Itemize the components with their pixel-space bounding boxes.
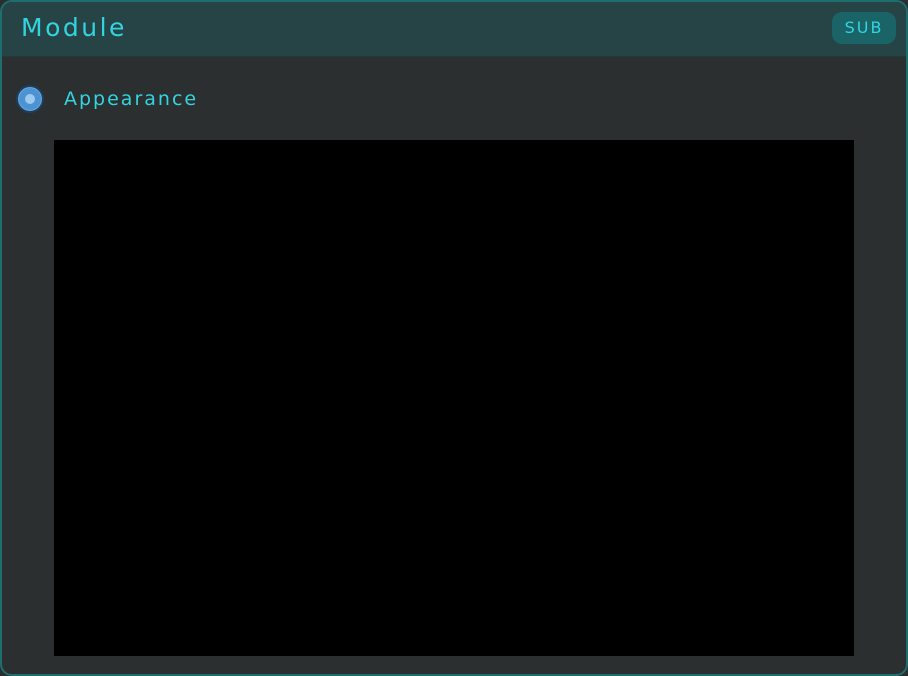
sub-button[interactable]: SUB (832, 12, 896, 44)
preview-viewport (54, 140, 854, 656)
option-appearance[interactable]: Appearance (16, 83, 198, 115)
radio-dot (25, 94, 35, 104)
radio-selected-icon[interactable] (16, 85, 44, 113)
title-bar: Module SUB (2, 2, 906, 57)
window-title: Module (21, 13, 127, 42)
option-appearance-label: Appearance (64, 88, 199, 110)
module-window: Module SUB Appearance (0, 0, 908, 676)
